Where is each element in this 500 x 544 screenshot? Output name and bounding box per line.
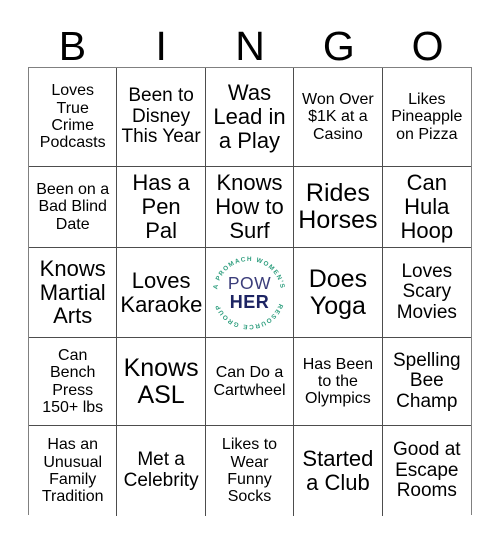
bingo-cell[interactable]: Won Over $1K at a Casino: [294, 68, 383, 167]
bingo-cell[interactable]: Good at Escape Rooms: [382, 426, 471, 516]
bingo-cell[interactable]: Likes to Wear Funny Socks: [205, 426, 295, 516]
bingo-card: B I N G O Loves True Crime Podcasts Been …: [0, 0, 500, 544]
bingo-free-space-logo-cell[interactable]: A PROMACH WOMEN'S RESOURCE GROUP POW HER: [205, 248, 295, 338]
bingo-cell-text: Rides Horses: [298, 179, 378, 234]
logo-wordmark: POW HER: [210, 274, 288, 311]
header-letter-n: N: [206, 14, 295, 67]
logo-word-her: HER: [229, 291, 270, 312]
bingo-cell-text: Knows ASL: [123, 353, 199, 409]
bingo-cell[interactable]: Been to Disney This Year: [117, 68, 206, 167]
bingo-cell-text: Been on a Bad Blind Date: [36, 181, 110, 233]
bingo-cell-text: Knows How to Surf: [215, 170, 284, 243]
bingo-cell-text: Spelling Bee Champ: [392, 349, 461, 412]
bingo-cell-text: Started a Club: [302, 446, 374, 495]
bingo-cell-text: Has a Pen Pal: [132, 170, 190, 243]
bingo-cell-text: Was Lead in a Play: [213, 80, 286, 153]
bingo-cell[interactable]: Was Lead in a Play: [205, 68, 295, 167]
header-letter-o: O: [383, 14, 472, 67]
bingo-cell-text: Loves Scary Movies: [396, 260, 457, 323]
bingo-cell-text: Can Do a Cartwheel: [213, 364, 286, 399]
bingo-cell[interactable]: Loves Karaoke: [117, 248, 206, 338]
bingo-cell[interactable]: Knows How to Surf: [205, 167, 295, 248]
bingo-cell-text: Likes to Wear Funny Socks: [221, 436, 278, 506]
bingo-cell[interactable]: Knows ASL: [117, 338, 206, 426]
bingo-cell[interactable]: Met a Celebrity: [117, 426, 206, 516]
header-letter-text: N: [235, 23, 265, 69]
header-letter-i: I: [117, 14, 206, 67]
bingo-cell[interactable]: Loves True Crime Podcasts: [29, 68, 118, 167]
bingo-cell[interactable]: Loves Scary Movies: [382, 248, 471, 338]
bingo-cell[interactable]: Has an Unusual Family Tradition: [29, 426, 118, 516]
bingo-cell-text: Met a Celebrity: [123, 449, 199, 491]
bingo-cell[interactable]: Spelling Bee Champ: [382, 338, 471, 426]
bingo-cell-text: Knows Martial Arts: [39, 255, 106, 329]
bingo-cell[interactable]: Started a Club: [294, 426, 383, 516]
bingo-cell-text: Been to Disney This Year: [121, 85, 201, 148]
bingo-cell-text: Can Hula Hoop: [400, 170, 454, 243]
bingo-cell-text: Has an Unusual Family Tradition: [41, 436, 104, 506]
bingo-cell-text: Won Over $1K at a Casino: [302, 91, 374, 143]
logo-word-pow: POW: [227, 272, 272, 293]
bingo-cell[interactable]: Has a Pen Pal: [117, 167, 206, 248]
bingo-cell-text: Does Yoga: [308, 264, 368, 320]
header-letter-text: I: [155, 23, 167, 69]
header-letter-text: O: [411, 23, 444, 69]
header-letter-g: G: [294, 14, 383, 67]
bingo-grid: Loves True Crime Podcasts Been to Disney …: [28, 67, 472, 516]
bingo-cell-text: Has Been to the Olympics: [302, 355, 374, 408]
bingo-cell[interactable]: Has Been to the Olympics: [294, 338, 383, 426]
bingo-cell-text: Loves Karaoke: [120, 267, 203, 317]
header-letter-b: B: [28, 14, 117, 67]
bingo-cell[interactable]: Can Do a Cartwheel: [205, 338, 295, 426]
header-letter-text: B: [58, 23, 87, 69]
bingo-cell[interactable]: Rides Horses: [294, 167, 383, 248]
bingo-cell[interactable]: Been on a Bad Blind Date: [29, 167, 118, 248]
bingo-cell[interactable]: Knows Martial Arts: [29, 248, 118, 338]
bingo-cell-text: Loves True Crime Podcasts: [39, 82, 106, 152]
bingo-cell-text: Likes Pineapple on Pizza: [391, 91, 463, 143]
bingo-cell-text: Good at Escape Rooms: [392, 439, 461, 502]
bingo-cell[interactable]: Can Bench Press 150+ lbs: [29, 338, 118, 426]
bingo-cell[interactable]: Can Hula Hoop: [382, 167, 471, 248]
powher-logo: A PROMACH WOMEN'S RESOURCE GROUP POW HER: [210, 254, 288, 332]
bingo-cell[interactable]: Does Yoga: [294, 248, 383, 338]
header-letter-text: G: [322, 23, 355, 69]
bingo-cell[interactable]: Likes Pineapple on Pizza: [382, 68, 471, 167]
bingo-cell-text: Can Bench Press 150+ lbs: [42, 346, 104, 416]
bingo-header: B I N G O: [28, 14, 472, 67]
